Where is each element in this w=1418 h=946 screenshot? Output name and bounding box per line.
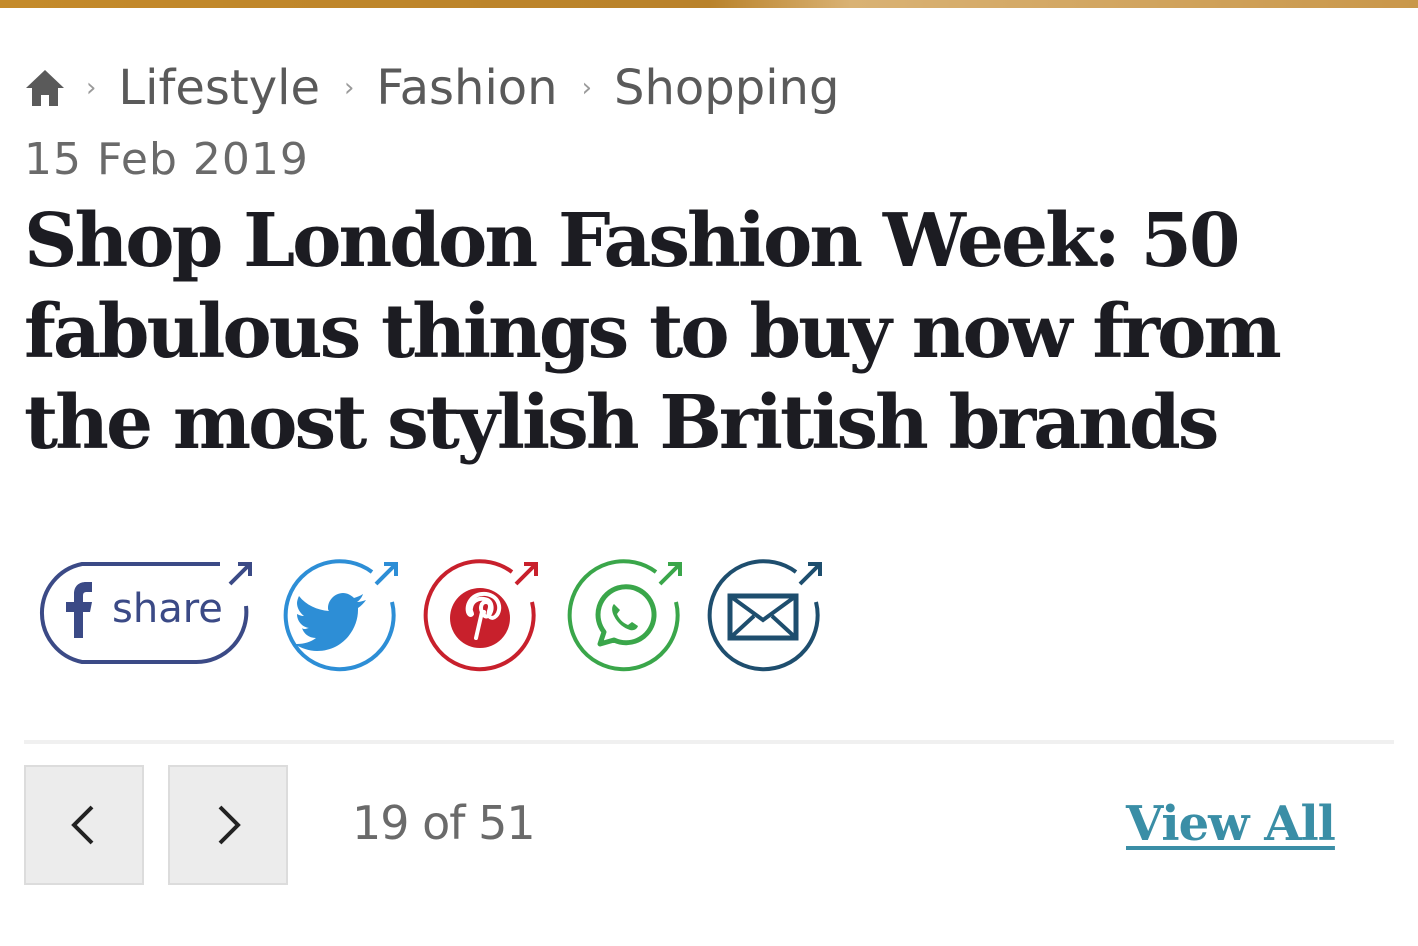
home-icon[interactable] — [24, 67, 66, 109]
email-icon — [707, 559, 822, 672]
share-bar: share — [24, 556, 844, 676]
breadcrumb-item-shopping[interactable]: Shopping — [614, 60, 839, 116]
breadcrumb: › Lifestyle › Fashion › Shopping — [24, 58, 863, 118]
section-divider — [24, 740, 1394, 744]
previous-button[interactable] — [24, 765, 144, 885]
breadcrumb-item-fashion[interactable]: Fashion — [376, 60, 557, 116]
facebook-share-label: share — [112, 586, 223, 632]
pinterest-share-button[interactable] — [420, 556, 540, 676]
breadcrumb-separator: › — [581, 73, 592, 103]
whatsapp-share-button[interactable] — [564, 556, 684, 676]
twitter-icon — [283, 559, 398, 672]
chevron-right-icon — [218, 805, 241, 845]
email-share-button[interactable] — [704, 556, 824, 676]
twitter-share-button[interactable] — [280, 556, 400, 676]
article-date: 15 Feb 2019 — [24, 134, 309, 185]
pinterest-icon — [423, 559, 538, 672]
whatsapp-icon — [567, 559, 682, 672]
view-all-link[interactable]: View All — [1126, 796, 1336, 852]
top-accent-bar — [0, 0, 1418, 8]
article-headline: Shop London Fashion Week: 50 fabulous th… — [24, 198, 1282, 466]
chevron-left-icon — [71, 805, 94, 845]
breadcrumb-separator: › — [344, 73, 355, 103]
breadcrumb-separator: › — [86, 73, 97, 103]
facebook-share-button[interactable]: share — [24, 556, 256, 668]
next-button[interactable] — [168, 765, 288, 885]
breadcrumb-item-lifestyle[interactable]: Lifestyle — [118, 60, 320, 116]
gallery-position: 19 of 51 — [352, 796, 536, 850]
